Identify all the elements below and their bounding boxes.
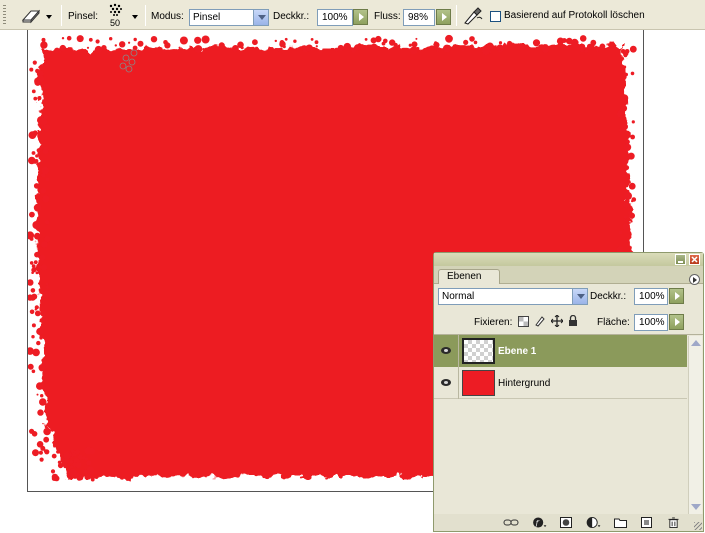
brush-tip-icon (109, 3, 122, 16)
close-button[interactable] (689, 254, 700, 265)
layer-style-icon[interactable]: f (532, 517, 548, 528)
panel-bottom-bar: f (434, 514, 703, 531)
visibility-toggle[interactable] (434, 335, 459, 367)
fill-slider-button[interactable] (669, 314, 684, 330)
lock-all-icon[interactable] (568, 315, 578, 327)
layer-thumbnail (462, 338, 495, 364)
layer-name: Hintergrund (498, 378, 551, 389)
brush-size: 50 (110, 18, 121, 28)
layer-row-ebene-1[interactable]: Ebene 1 (434, 335, 687, 367)
panel-title-bar[interactable] (434, 253, 703, 266)
layer-mask-icon[interactable] (560, 517, 572, 528)
layer-opacity-value: 100% (639, 291, 665, 302)
toolbar-grip[interactable] (3, 5, 6, 25)
airbrush-icon[interactable] (462, 6, 484, 26)
chevron-down-icon (253, 10, 268, 25)
tab-ebenen[interactable]: Ebenen (438, 269, 500, 284)
lock-pixels-icon[interactable] (534, 315, 546, 327)
opacity-value: 100% (322, 12, 348, 23)
new-layer-icon[interactable] (641, 517, 653, 528)
lock-position-icon[interactable] (551, 315, 563, 327)
layers-panel: Ebenen Normal Deckkr.: 100% Fixieren: Fl… (433, 252, 704, 532)
erase-to-history-label: Basierend auf Protokoll löschen (504, 10, 645, 21)
layers-scrollbar[interactable] (688, 336, 702, 514)
fill-label: Fläche: (597, 317, 630, 328)
lock-label: Fixieren: (474, 317, 513, 328)
chevron-down-icon (46, 15, 52, 19)
eye-icon (441, 347, 451, 354)
flow-input[interactable]: 98% (403, 9, 435, 26)
separator (145, 5, 146, 26)
blend-mode-select[interactable]: Normal (438, 288, 588, 305)
new-group-icon[interactable] (614, 517, 627, 528)
scroll-down-icon[interactable] (691, 504, 701, 510)
fill-value: 100% (639, 317, 665, 328)
layer-opacity-input[interactable]: 100% (634, 288, 668, 305)
eraser-icon (21, 9, 41, 24)
minimize-button[interactable] (675, 254, 686, 265)
opacity-input[interactable]: 100% (317, 9, 353, 26)
link-layers-icon[interactable] (503, 517, 519, 528)
panel-menu-button[interactable] (689, 274, 700, 285)
chevron-down-icon (572, 289, 587, 304)
separator (456, 5, 457, 26)
adjustment-layer-icon[interactable] (586, 517, 602, 528)
close-icon (691, 256, 698, 263)
lock-transparency-icon[interactable] (518, 316, 529, 327)
trash-icon[interactable] (668, 517, 679, 528)
scroll-up-icon[interactable] (691, 340, 701, 346)
layer-thumbnail (462, 370, 495, 396)
erase-to-history-checkbox[interactable] (490, 11, 501, 22)
flow-label: Fluss: (374, 11, 401, 22)
opacity-label: Deckkr.: (273, 11, 310, 22)
layer-opacity-slider-button[interactable] (669, 288, 684, 304)
mode-select[interactable]: Pinsel (189, 9, 269, 26)
brush-picker[interactable]: 50 (104, 3, 142, 29)
mode-value: Pinsel (193, 12, 221, 23)
resize-grip[interactable] (694, 522, 702, 530)
flow-value: 98% (408, 12, 429, 23)
visibility-toggle[interactable] (434, 367, 459, 399)
flow-slider-button[interactable] (436, 9, 451, 25)
layer-row-hintergrund[interactable]: Hintergrund (434, 367, 687, 399)
brush-label: Pinsel: (68, 11, 99, 22)
fill-input[interactable]: 100% (634, 314, 668, 331)
panel-tabs: Ebenen (434, 266, 703, 284)
tool-preset-picker[interactable] (16, 6, 56, 26)
blend-mode-value: Normal (442, 291, 475, 302)
layer-name: Ebene 1 (498, 346, 537, 357)
opacity-slider-button[interactable] (353, 9, 368, 25)
options-bar: Pinsel: 50 Modus: Pinsel Deckkr.: 100% F… (0, 0, 705, 30)
chevron-down-icon (132, 15, 138, 19)
separator (61, 5, 62, 26)
mode-label: Modus: (151, 11, 184, 22)
eye-icon (441, 379, 451, 386)
layer-opacity-label: Deckkr.: (590, 291, 627, 302)
